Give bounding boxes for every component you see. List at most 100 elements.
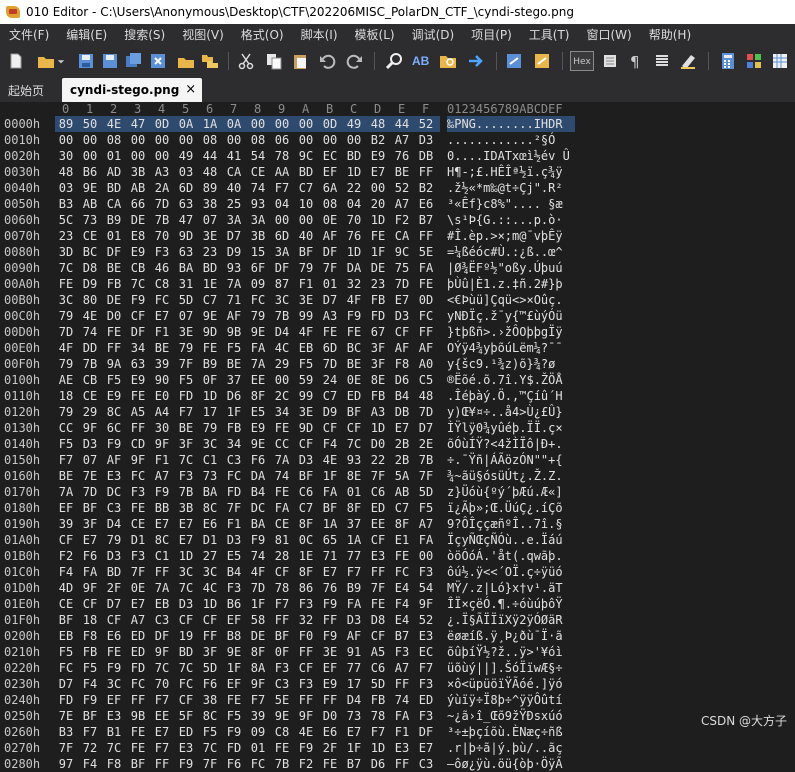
hex-byte[interactable]: FF [271,612,293,628]
hex-byte[interactable]: BE [343,356,365,372]
hex-byte[interactable]: 81 [271,532,293,548]
hex-byte[interactable]: 76 [319,580,341,596]
hex-byte[interactable]: 79 [295,260,317,276]
hex-byte[interactable]: 0A [175,116,197,132]
hex-byte[interactable]: F7 [175,404,197,420]
hex-byte[interactable]: 03 [175,164,197,180]
hex-byte[interactable]: 0E [319,212,341,228]
hex-byte[interactable]: D0 [319,708,341,724]
hex-byte[interactable]: 2F [319,740,341,756]
cut-icon[interactable] [236,51,256,71]
hex-byte[interactable]: 7E [55,708,77,724]
hex-byte[interactable]: E9 [247,420,269,436]
hex-byte[interactable]: 9E [271,708,293,724]
hex-byte[interactable]: 72 [79,740,101,756]
hex-byte[interactable]: FF [199,628,221,644]
hex-byte[interactable]: F9 [295,740,317,756]
hex-byte[interactable]: 3F [175,436,197,452]
hex-byte[interactable]: F8 [391,356,413,372]
hex-byte[interactable]: E8 [127,228,149,244]
ascii-text[interactable]: þÙû|È1.z.‡ñ.2#}þ [447,276,563,292]
hex-byte[interactable]: 70 [151,228,173,244]
hex-byte[interactable]: AF [343,628,365,644]
find-in-files-icon[interactable] [438,51,458,71]
ascii-text[interactable]: ýùïÿ÷Ï8þ÷^ÿÿÔûtí [447,692,563,708]
ascii-text[interactable]: .Îéþàý.Ö.,™Çíû´H [447,388,563,404]
hex-byte[interactable]: E0 [151,388,173,404]
save-icon[interactable] [76,51,96,71]
hex-byte[interactable]: FA [415,260,437,276]
hex-byte[interactable]: D7 [103,596,125,612]
hex-byte[interactable]: DA [247,468,269,484]
hex-byte[interactable]: 0D [151,116,173,132]
hex-byte[interactable]: EF [319,164,341,180]
hex-byte[interactable]: 9D [199,324,221,340]
hex-byte[interactable]: 7D [79,484,101,500]
ascii-text[interactable]: ³÷±þçíõù.ÈNæç÷ñß [447,724,563,740]
hex-byte[interactable]: BE [223,356,245,372]
hex-byte[interactable]: FD [175,388,197,404]
hex-byte[interactable]: 40 [223,180,245,196]
hex-byte[interactable]: 1D [367,420,389,436]
hex-byte[interactable]: 9E [79,180,101,196]
hex-byte[interactable]: 7C [55,260,77,276]
hex-byte[interactable]: F7 [151,740,173,756]
hex-byte[interactable]: 39 [55,516,77,532]
hex-byte[interactable]: 3F [79,516,101,532]
hex-byte[interactable]: C6 [367,484,389,500]
hex-byte[interactable]: C3 [271,676,293,692]
hex-byte[interactable]: CE [55,596,77,612]
hex-byte[interactable]: 8C [199,500,221,516]
hex-byte[interactable]: 1A [199,116,221,132]
hex-byte[interactable]: BF [319,500,341,516]
hex-byte[interactable]: F5 [103,372,125,388]
hex-byte[interactable]: F5 [295,356,317,372]
hex-byte[interactable]: AF [319,228,341,244]
hex-byte[interactable]: B9 [103,212,125,228]
hex-byte[interactable]: 7F [367,468,389,484]
hex-byte[interactable]: DB [391,404,413,420]
hex-byte[interactable]: AF [103,452,125,468]
hex-bytes[interactable]: FE D9 FB 7C C8 31 1E 7A 09 87 F1 01 32 23 7D FE [55,276,440,292]
hex-byte[interactable]: D6 [367,756,389,772]
hex-byte[interactable]: 9D [295,420,317,436]
hex-bytes[interactable]: 18 CE E9 FE E0 FD 1D D6 8F 2C 99 C7 ED FB B4 48 [55,388,440,404]
menu-edit[interactable]: 编辑(E) [57,24,115,46]
hex-byte[interactable]: 1D [175,548,197,564]
hex-byte[interactable]: 40 [295,228,317,244]
hex-byte[interactable]: E3 [103,468,125,484]
ascii-text[interactable]: OÝÿ4¾yþõúLëm¼?¯¯ [447,340,563,356]
hex-byte[interactable]: DA [343,260,365,276]
hex-byte[interactable]: F3 [391,644,413,660]
ascii-text[interactable]: z}Üóù{ºý´þÆú.Æ«] [447,484,563,500]
hex-byte[interactable]: 5D [367,676,389,692]
hex-byte[interactable]: DF [127,324,149,340]
hex-byte[interactable]: C8 [271,724,293,740]
hex-byte[interactable]: BB [151,500,173,516]
hex-byte[interactable]: 1E [295,548,317,564]
ascii-text[interactable]: ¾~ãü§ósüÚt¿.Ž.Z. [447,468,563,484]
hex-byte[interactable]: F2 [55,548,77,564]
hex-byte[interactable]: F7 [79,724,101,740]
ascii-text[interactable]: ³«Êf}c8%".... §æ [447,196,563,212]
ascii-text[interactable]: .ž½«*m‰@t÷Çj".R² [447,180,563,196]
hex-byte[interactable]: BD [103,564,125,580]
hex-byte[interactable]: F7 [415,660,437,676]
hex-byte[interactable]: F4 [391,596,413,612]
hex-byte[interactable]: F5 [55,644,77,660]
hex-byte[interactable]: 7B [175,484,197,500]
hex-byte[interactable]: EF [319,660,341,676]
hex-byte[interactable]: FE [415,276,437,292]
hex-byte[interactable]: 79 [175,340,197,356]
hex-byte[interactable]: 48 [367,116,389,132]
hex-byte[interactable]: 7B [151,212,173,228]
hex-byte[interactable]: BC [79,244,101,260]
hex-byte[interactable]: FF [103,340,125,356]
hex-byte[interactable]: 00 [295,116,317,132]
hex-byte[interactable]: 4D [55,580,77,596]
hex-byte[interactable]: CA [223,164,245,180]
hex-byte[interactable]: 4E [103,116,125,132]
hex-byte[interactable]: E7 [79,532,101,548]
hex-byte[interactable]: 9F [247,676,269,692]
hex-byte[interactable]: D8 [79,260,101,276]
